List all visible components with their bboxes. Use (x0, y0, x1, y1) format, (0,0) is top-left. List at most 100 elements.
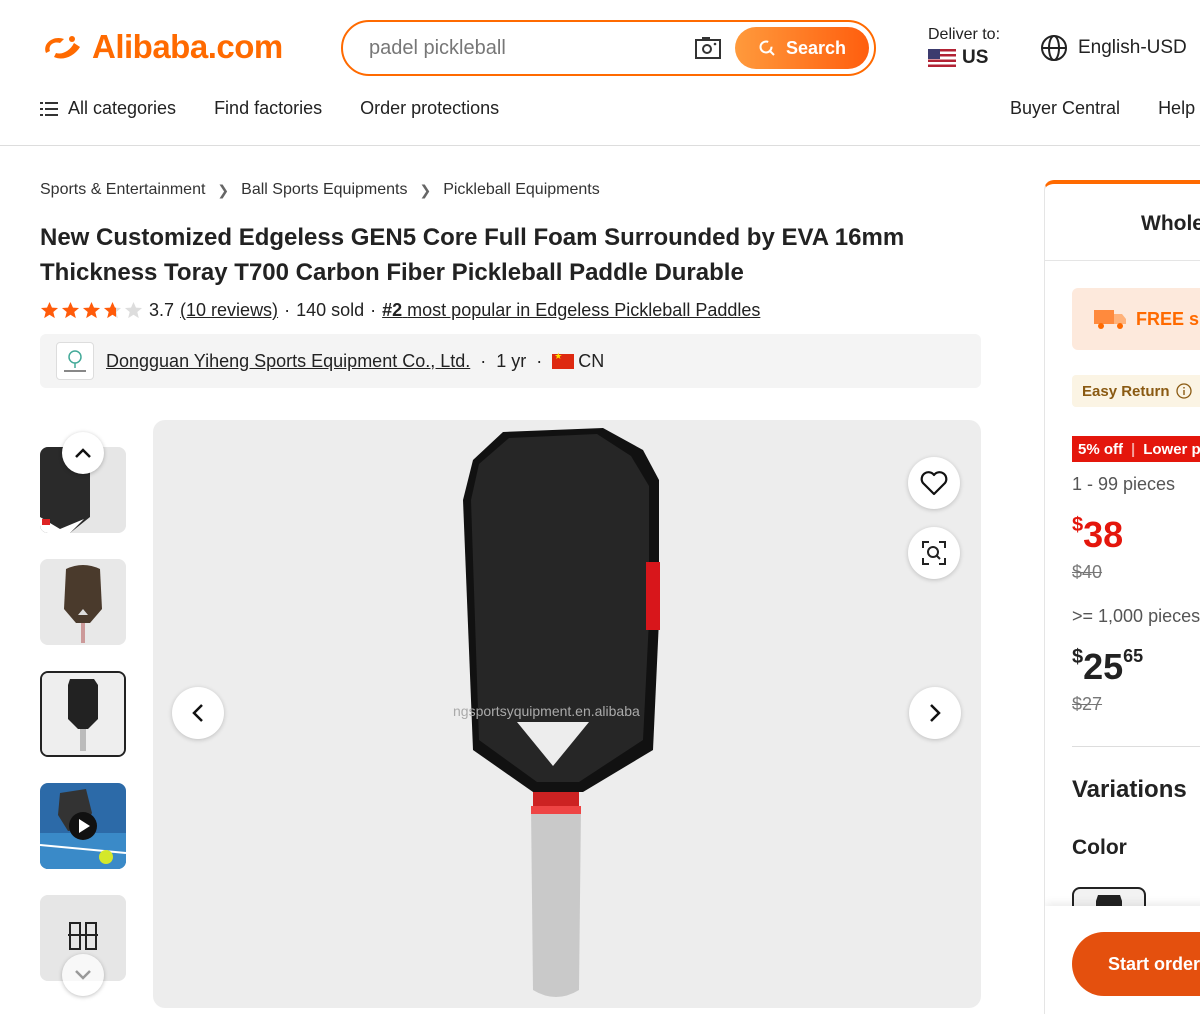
nav-order-protections[interactable]: Order protections (360, 98, 499, 119)
star-icon (61, 301, 80, 319)
panel-tab-wholesale[interactable]: Whole (1141, 212, 1200, 236)
deliver-country: US (962, 47, 989, 68)
truck-icon (1094, 310, 1126, 329)
site-header: Alibaba.com Search Deliver to: US (0, 0, 1200, 146)
supplier-logo-icon (64, 350, 86, 372)
supplier-name-link[interactable]: Dongguan Yiheng Sports Equipment Co., Lt… (106, 351, 470, 372)
divider (1072, 746, 1200, 747)
logo-text: Alibaba.com (92, 28, 283, 65)
sold-count: 140 sold (296, 300, 365, 320)
breadcrumb: Sports & Entertainment ❯ Ball Sports Equ… (40, 181, 600, 199)
nav-find-factories[interactable]: Find factories (214, 98, 322, 119)
promo-separator: | (1131, 440, 1136, 458)
main-nav: All categories Find factories Order prot… (40, 98, 499, 119)
us-flag-icon (928, 49, 956, 67)
free-shipping-text: FREE s (1136, 308, 1200, 329)
supplier-bar: Dongguan Yiheng Sports Equipment Co., Lt… (40, 334, 981, 388)
deliver-to-selector[interactable]: Deliver to: US (928, 26, 1000, 69)
supplier-years: 1 yr (496, 350, 527, 371)
chevron-right-icon (930, 704, 941, 722)
price-cents: 65 (1123, 646, 1144, 666)
free-shipping-banner: FREE s (1072, 288, 1200, 350)
rating-value: 3.7 (149, 300, 175, 320)
breadcrumb-item[interactable]: Sports & Entertainment (40, 181, 205, 199)
rank-number: #2 (382, 300, 403, 320)
star-icon (40, 301, 59, 319)
image-search-icon (922, 541, 946, 565)
nav-buyer-central[interactable]: Buyer Central (1010, 98, 1120, 119)
rating-row: 3.7 (10 reviews) · 140 sold · #2 most po… (40, 300, 760, 321)
magnifier-icon (759, 40, 775, 56)
thumbnail-scroll-down-button[interactable] (62, 954, 104, 996)
search-button-label: Search (785, 37, 847, 58)
search-button[interactable]: Search (735, 27, 869, 69)
dot-separator: · (536, 350, 543, 371)
start-order-button[interactable]: Start order (1072, 932, 1200, 996)
supplier-country: CN (578, 350, 605, 371)
divider (1045, 260, 1200, 261)
promo-discount: 5% off (1078, 440, 1123, 458)
globe-icon (1041, 35, 1067, 61)
breadcrumb-item[interactable]: Pickleball Equipments (443, 181, 600, 199)
breadcrumb-item[interactable]: Ball Sports Equipments (241, 181, 407, 199)
price-tier-price: $38 (1072, 514, 1123, 556)
paddle-thumbnail-image (40, 559, 126, 645)
menu-icon (40, 101, 58, 116)
thumbnail[interactable] (40, 559, 126, 645)
info-icon (1175, 383, 1192, 399)
dot-separator: · (370, 300, 377, 320)
popularity-link[interactable]: #2 most popular in Edgeless Pickleball P… (382, 300, 760, 321)
purchase-panel: Whole FREE s Easy Return 5% off | Lower … (1044, 180, 1200, 1014)
original-price: $40 (1072, 562, 1103, 582)
color-label: Color (1072, 836, 1127, 859)
thumbnail-scroll-up-button[interactable] (62, 432, 104, 474)
camera-search-icon[interactable] (695, 36, 721, 60)
favorite-button[interactable] (908, 457, 960, 509)
reviews-link[interactable]: (10 reviews) (180, 300, 278, 321)
supplier-logo[interactable] (56, 342, 94, 380)
chevron-right-icon: ❯ (419, 181, 432, 198)
price-tier-price: $2565 (1072, 646, 1143, 688)
nav-all-categories[interactable]: All categories (40, 98, 176, 119)
thumbnail-selected[interactable] (40, 671, 126, 757)
chevron-left-icon (192, 704, 203, 722)
product-title: New Customized Edgeless GEN5 Core Full F… (40, 224, 905, 286)
price-amount: 38 (1083, 514, 1124, 555)
search-input[interactable] (369, 32, 689, 64)
rank-text: most popular in Edgeless Pickleball Padd… (407, 300, 761, 320)
search-bar: Search (341, 20, 876, 76)
nav-help[interactable]: Help (1158, 98, 1195, 119)
star-icon (82, 301, 101, 319)
previous-image-button[interactable] (172, 687, 224, 739)
sticky-cta-bar: Start order (1045, 906, 1200, 1014)
price-currency: $ (1072, 514, 1084, 536)
next-image-button[interactable] (909, 687, 961, 739)
secondary-nav: Buyer Central Help (1010, 98, 1195, 119)
star-rating (40, 301, 143, 320)
star-half-icon (103, 301, 122, 319)
chevron-right-icon: ❯ (217, 181, 230, 198)
video-thumbnail[interactable] (40, 783, 126, 869)
heart-icon (920, 471, 948, 496)
language-label: English-USD (1078, 37, 1187, 58)
original-price: $27 (1072, 694, 1103, 714)
promo-banner: 5% off | Lower p (1072, 436, 1200, 462)
price-tier-range: >= 1,000 pieces (1072, 606, 1200, 626)
price-amount: 25 (1083, 646, 1124, 687)
play-icon[interactable] (68, 811, 98, 841)
deliver-to-label: Deliver to: (928, 26, 1001, 43)
paddle-thumbnail-image (42, 673, 124, 755)
price-tier-range: 1 - 99 pieces (1072, 474, 1176, 494)
easy-return-badge[interactable]: Easy Return (1072, 375, 1200, 407)
image-search-button[interactable] (908, 527, 960, 579)
price-currency: $ (1072, 646, 1084, 668)
chevron-down-icon (75, 970, 91, 980)
main-product-image[interactable]: ngsportsyquipment.en.alibaba (153, 420, 981, 1008)
dot-separator: · (284, 300, 291, 320)
star-empty-icon (124, 301, 143, 319)
alibaba-logo[interactable]: Alibaba.com (40, 28, 283, 66)
alibaba-logo-icon (45, 36, 80, 59)
language-currency-selector[interactable]: English-USD (1040, 34, 1187, 62)
cn-flag-icon (552, 351, 575, 369)
dot-separator: · (480, 350, 487, 371)
